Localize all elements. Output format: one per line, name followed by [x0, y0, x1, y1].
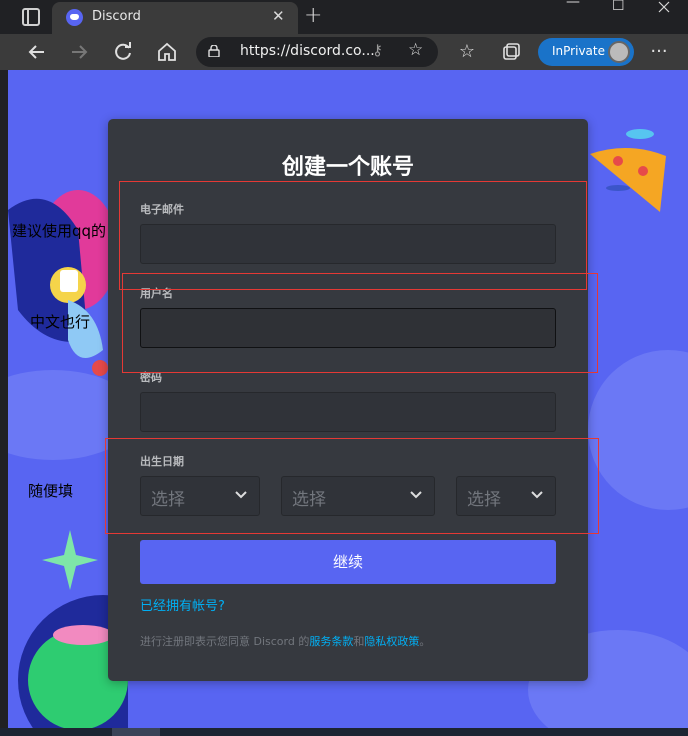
browser-titlebar: Discord ✕ + — ☐	[0, 0, 688, 34]
tab-close-icon[interactable]: ✕	[272, 7, 285, 25]
tos-suffix: 。	[419, 635, 431, 648]
character-illustration	[8, 190, 118, 376]
annotation-note-email: 建议使用qq的	[12, 222, 107, 240]
page-title: 创建一个账号	[281, 155, 414, 180]
annotation-box-username	[122, 273, 598, 373]
maximize-icon[interactable]: ☐	[612, 0, 625, 14]
avatar	[608, 41, 630, 63]
forward-icon[interactable]	[66, 39, 92, 65]
lock-icon[interactable]	[208, 45, 220, 57]
tos-and: 和	[353, 635, 365, 648]
pizza-illustration	[590, 129, 666, 212]
url-text[interactable]: https://discord.co...	[240, 43, 375, 59]
collections-icon[interactable]	[498, 39, 524, 65]
continue-button[interactable]: 继续	[140, 540, 556, 584]
discord-favicon-icon	[66, 9, 83, 26]
taskbar-item[interactable]	[112, 728, 160, 736]
discord-page: 创建一个账号 电子邮件 用户名 密码 出生日期 选择 选择 选择 继续 已经拥有…	[8, 70, 688, 728]
tab-title: Discord	[92, 9, 141, 24]
taskbar	[0, 728, 688, 736]
annotation-note-dob: 随便填	[28, 482, 74, 500]
terms-of-service-link[interactable]: 服务条款	[309, 635, 353, 648]
terms-notice: 进行注册即表示您同意 Discord 的服务条款和隐私权政策。	[140, 633, 430, 649]
browser-tab[interactable]: Discord ✕	[52, 2, 298, 34]
key-icon[interactable]: ⚷	[372, 41, 383, 59]
browser-toolbar: https://discord.co... ⚷ ☆ ☆ InPrivate ··…	[0, 34, 688, 70]
login-link[interactable]: 已经拥有帐号?	[140, 595, 225, 614]
add-favorite-icon[interactable]: ☆	[408, 40, 423, 60]
password-field[interactable]	[140, 392, 556, 432]
inprivate-button[interactable]: InPrivate	[538, 38, 634, 66]
home-icon[interactable]	[154, 39, 180, 65]
inprivate-label: InPrivate	[552, 44, 605, 58]
privacy-policy-link[interactable]: 隐私权政策	[364, 635, 419, 648]
refresh-icon[interactable]	[110, 39, 136, 65]
favorites-icon[interactable]: ☆	[454, 39, 480, 65]
close-window-icon[interactable]	[658, 1, 670, 13]
minimize-icon[interactable]: —	[566, 0, 580, 10]
more-options-icon[interactable]: ···	[646, 39, 672, 65]
back-icon[interactable]	[24, 39, 50, 65]
annotation-note-username: 中文也行	[30, 313, 91, 331]
tos-prefix: 进行注册即表示您同意 Discord 的	[140, 635, 310, 648]
new-tab-button[interactable]: +	[304, 3, 322, 28]
annotation-box-dob	[105, 438, 599, 534]
tab-actions-icon[interactable]	[22, 8, 40, 26]
cloud-decoration	[588, 350, 688, 510]
address-bar[interactable]: https://discord.co... ⚷ ☆	[196, 37, 438, 67]
